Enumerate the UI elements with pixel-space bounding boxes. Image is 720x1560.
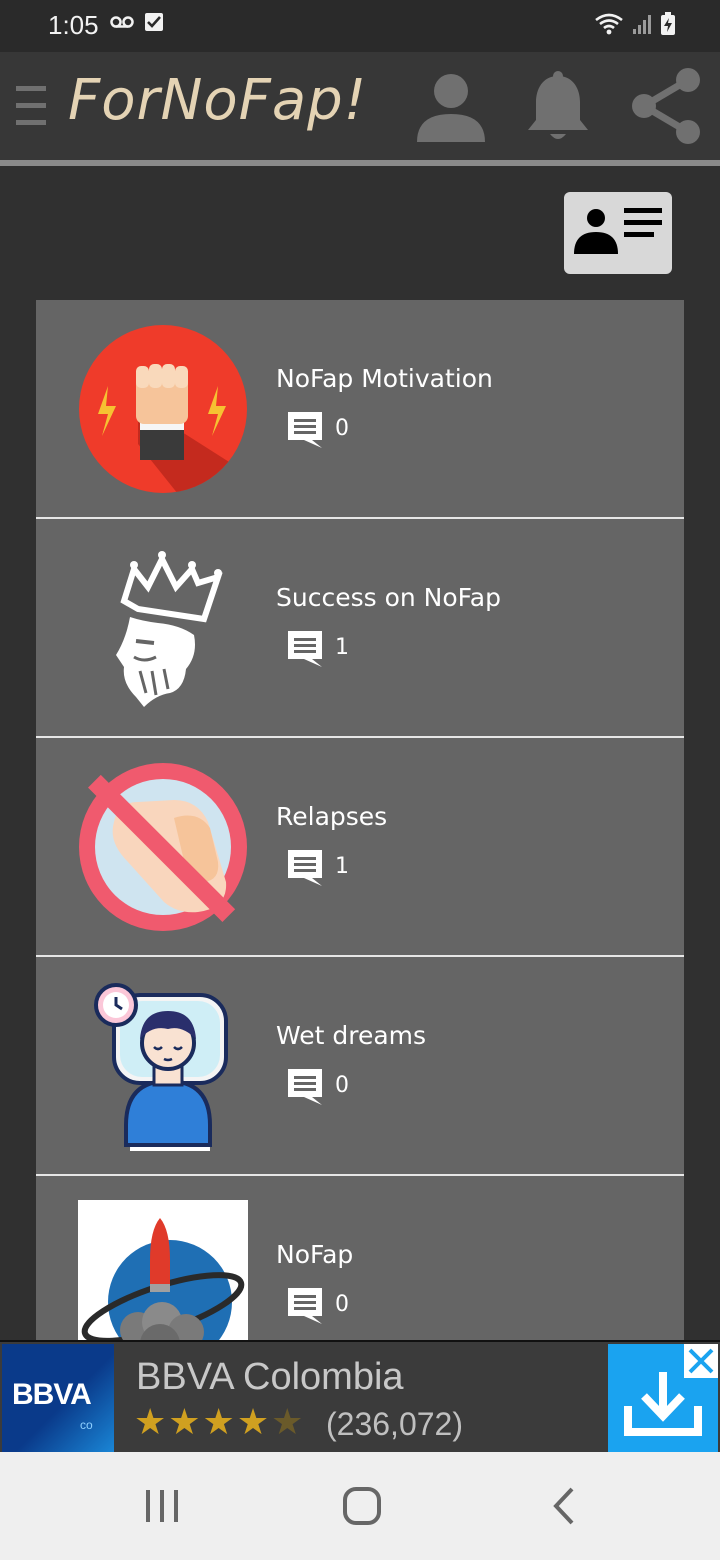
forum-item-success-on-nofap[interactable]: Success on NoFap 1 — [36, 519, 684, 738]
profile-icon[interactable] — [414, 72, 488, 144]
wifi-icon — [595, 13, 623, 35]
forum-title: Success on NoFap — [276, 583, 501, 612]
comment-count: 1 — [335, 635, 349, 660]
menu-icon — [16, 86, 46, 91]
notification-bell-icon[interactable] — [526, 70, 590, 142]
comment-count: 0 — [335, 1292, 349, 1317]
ad-rating-stars: ★★★★★ — [134, 1402, 306, 1443]
recent-apps-icon[interactable] — [144, 1488, 180, 1524]
forum-item-relapses[interactable]: Relapses 1 — [36, 738, 684, 957]
system-nav-bar — [0, 1452, 720, 1560]
comment-icon — [288, 850, 322, 886]
profile-card-button[interactable] — [564, 192, 672, 274]
sleeping-boy-icon — [94, 983, 228, 1151]
rocket-planet-icon — [78, 1200, 248, 1340]
ad-title: BBVA Colombia — [136, 1356, 404, 1398]
menu-button[interactable] — [16, 86, 48, 126]
checkbox-notification-icon — [145, 13, 163, 31]
comment-icon — [288, 1288, 322, 1324]
prohibited-hand-icon — [79, 763, 247, 931]
forum-title: NoFap — [276, 1240, 354, 1269]
forum-item-nofap[interactable]: NoFap 0 — [36, 1176, 684, 1340]
signal-icon — [633, 15, 651, 34]
ad-review-count: (236,072) — [326, 1406, 463, 1442]
bearded-king-icon — [116, 551, 223, 707]
ad-close-button[interactable] — [684, 1344, 718, 1378]
forum-title: NoFap Motivation — [276, 364, 493, 393]
comment-icon — [288, 412, 322, 448]
back-icon[interactable] — [550, 1486, 578, 1526]
comment-count: 1 — [335, 854, 349, 879]
contact-card-icon — [574, 208, 662, 254]
comment-icon — [288, 1069, 322, 1105]
app-title: ForNoFap! — [68, 68, 368, 133]
comment-icon — [288, 631, 322, 667]
forum-title: Relapses — [276, 802, 388, 831]
voicemail-icon — [110, 16, 134, 28]
app-bar-divider — [0, 160, 720, 166]
status-bar: 1:05 — [0, 0, 720, 52]
forum-item-wet-dreams[interactable]: Wet dreams 0 — [36, 957, 684, 1176]
forum-title: Wet dreams — [276, 1021, 427, 1050]
raised-fist-icon — [79, 325, 247, 493]
forum-list: NoFap Motivation 0 Success on NoFap 1 Re… — [36, 300, 684, 1340]
battery-charging-icon — [661, 12, 675, 35]
comment-count: 0 — [335, 1073, 349, 1098]
ad-banner[interactable]: BBVA co BBVA Colombia ★★★★★ (236,072) — [0, 1340, 720, 1452]
ad-logo: BBVA co — [2, 1344, 114, 1452]
status-time: 1:05 — [48, 10, 99, 40]
close-icon — [688, 1348, 714, 1374]
home-icon[interactable] — [342, 1486, 382, 1526]
comment-count: 0 — [335, 416, 349, 441]
forum-item-nofap-motivation[interactable]: NoFap Motivation 0 — [36, 300, 684, 519]
share-icon[interactable] — [626, 66, 706, 146]
